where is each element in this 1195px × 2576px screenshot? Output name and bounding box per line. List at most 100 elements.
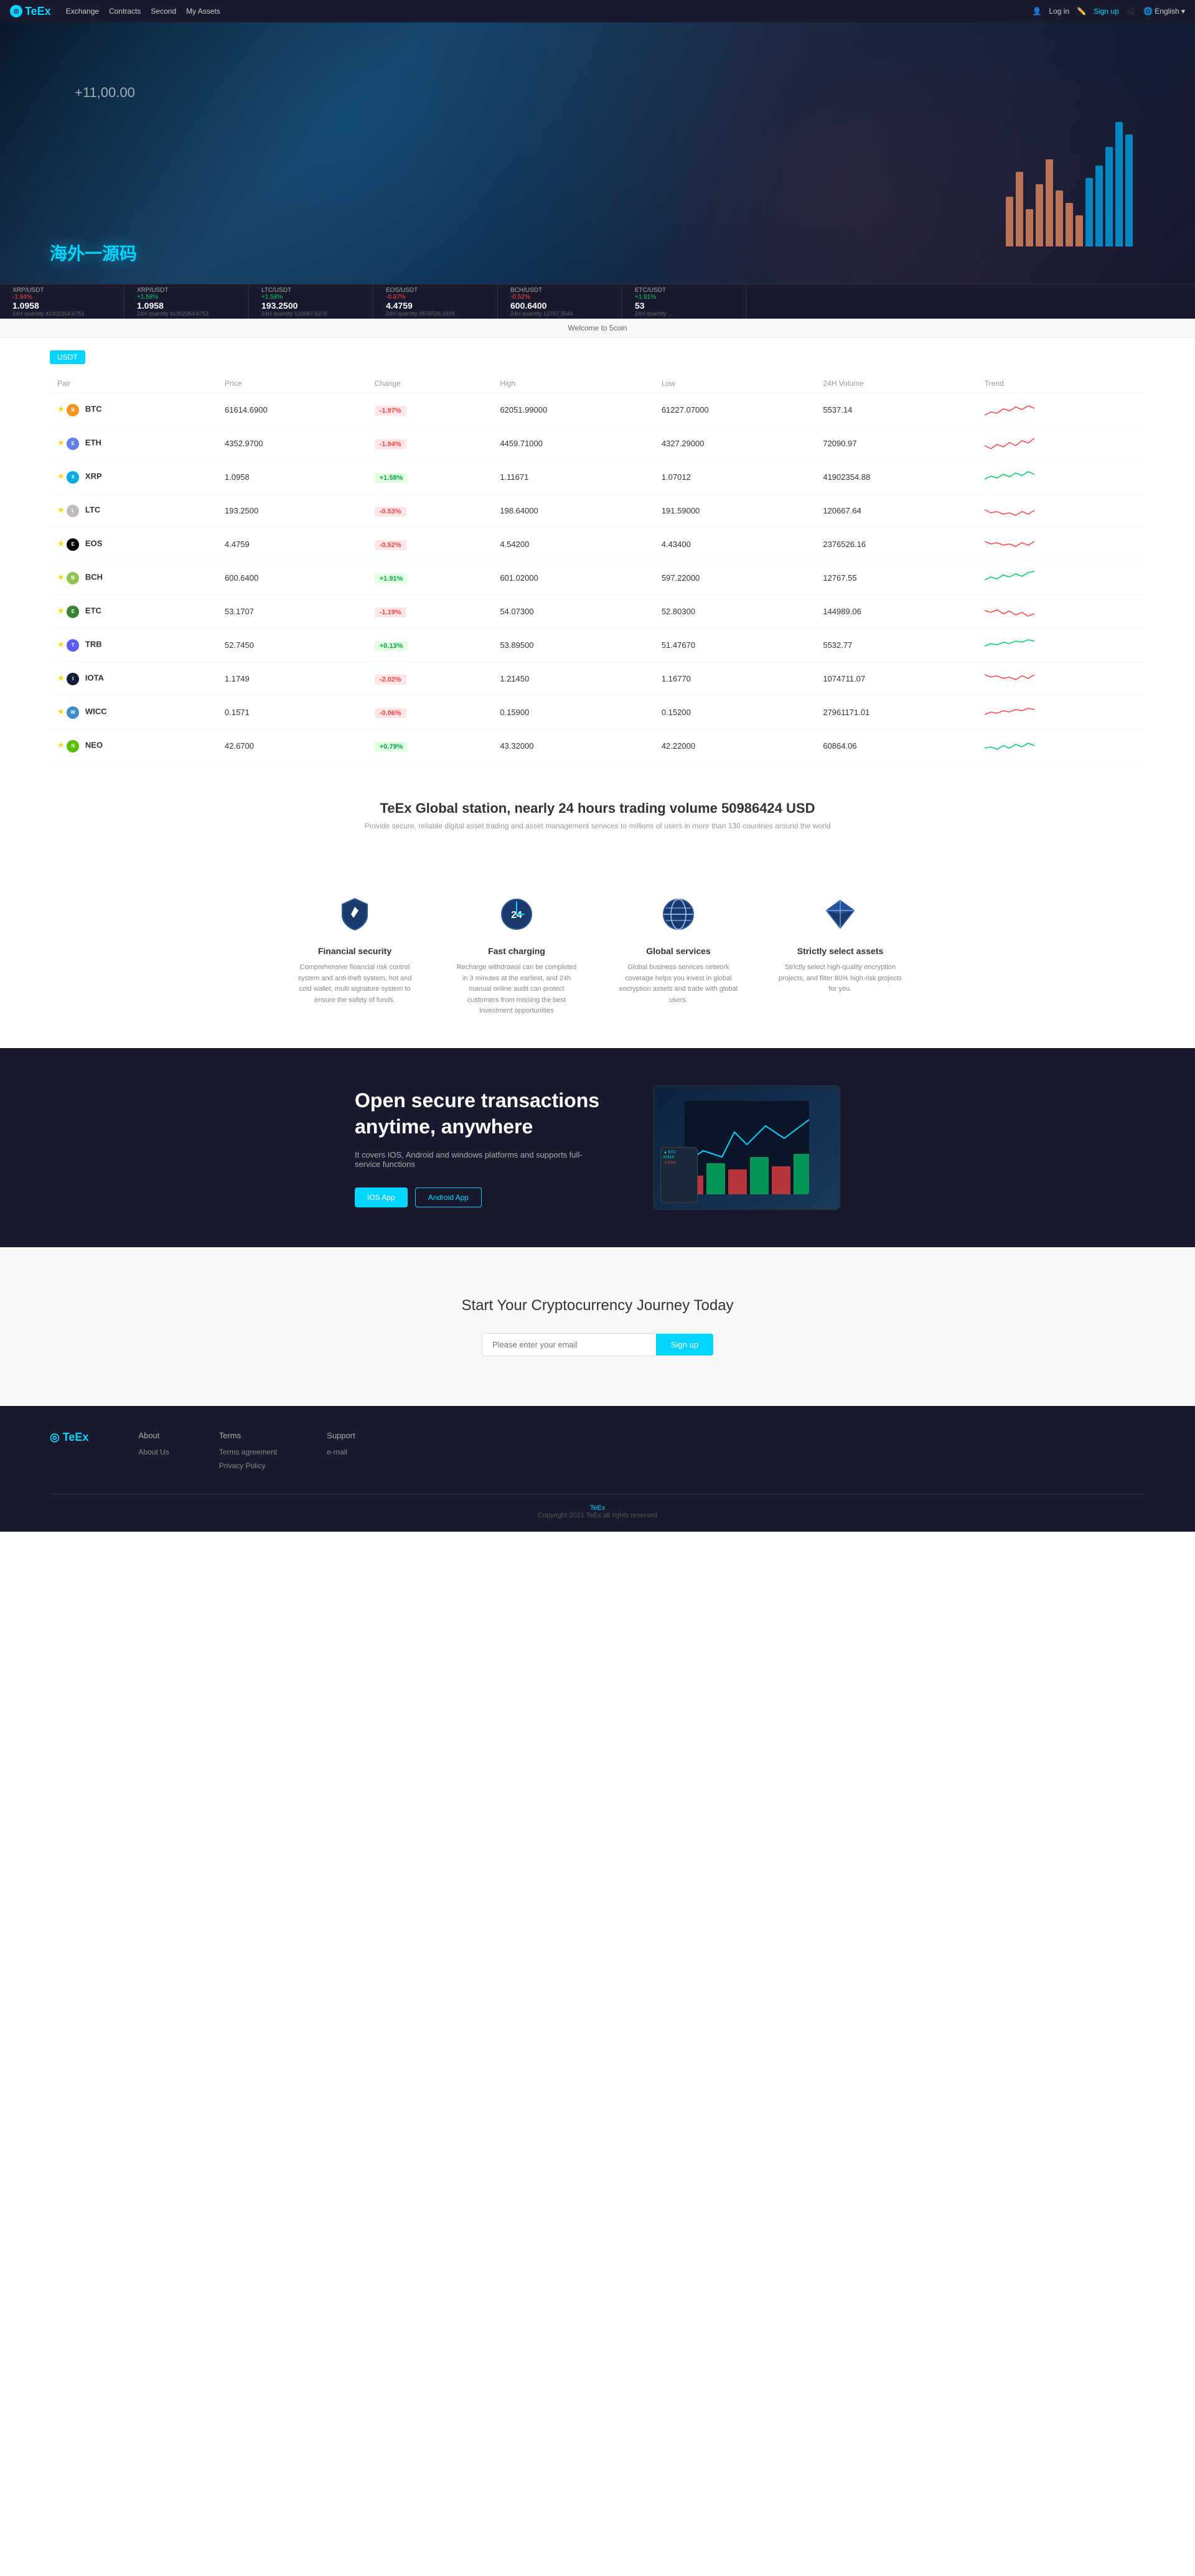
ticker-volume: 24H quantity 12767.3544 bbox=[510, 311, 609, 317]
coin-icon-ltc: L bbox=[67, 505, 79, 517]
table-cell-change: +1.58% bbox=[367, 461, 493, 494]
table-cell-high: 4.54200 bbox=[492, 528, 654, 561]
mockup-phone: ▲ BTC61614-1.97% bbox=[660, 1147, 698, 1203]
footer-col-heading: About bbox=[138, 1431, 169, 1440]
table-row: ★ I IOTA 1.1749 -2.02% 1.21450 1.16770 1… bbox=[50, 662, 1145, 696]
table-cell-price: 4.4759 bbox=[217, 528, 367, 561]
star-icon[interactable]: ★ bbox=[57, 706, 65, 716]
nav-link-my-assets[interactable]: My Assets bbox=[186, 7, 220, 16]
signup-link[interactable]: Sign up bbox=[1094, 7, 1119, 16]
change-badge: -1.94% bbox=[375, 439, 406, 449]
table-cell-pair: ★ N NEO bbox=[50, 729, 217, 763]
ticker-price: 1.0958 bbox=[137, 301, 236, 311]
coin-name: EOS bbox=[85, 538, 102, 548]
table-row: ★ W WICC 0.1571 -0.06% 0.15900 0.15200 2… bbox=[50, 696, 1145, 729]
star-icon[interactable]: ★ bbox=[57, 471, 65, 480]
coin-icon-wicc: W bbox=[67, 706, 79, 719]
table-cell-low: 1.07012 bbox=[654, 461, 816, 494]
nav-link-second[interactable]: Second bbox=[151, 7, 176, 16]
table-cell-trend bbox=[977, 393, 1145, 427]
table-cell-change: -0.53% bbox=[367, 494, 493, 528]
table-header-trend: Trend bbox=[977, 374, 1145, 393]
footer-link-privacy-policy[interactable]: Privacy Policy bbox=[219, 1461, 277, 1470]
hero-bar bbox=[1105, 147, 1113, 246]
table-cell-change: -0.06% bbox=[367, 696, 493, 729]
usdt-tab[interactable]: USDT bbox=[50, 350, 85, 364]
table-row: ★ L LTC 193.2500 -0.53% 198.64000 191.59… bbox=[50, 494, 1145, 528]
ticker-pair: XRP/USDT bbox=[137, 287, 236, 294]
email-input[interactable] bbox=[482, 1333, 656, 1356]
table-cell-trend bbox=[977, 494, 1145, 528]
footer-top: ◎ TeEx About About Us Terms Terms agreement… bbox=[50, 1431, 1145, 1475]
footer-col-heading: Support bbox=[327, 1431, 355, 1440]
star-icon[interactable]: ★ bbox=[57, 606, 65, 615]
print-icon: 🖨 bbox=[1127, 7, 1136, 16]
hero-bar bbox=[1026, 209, 1033, 246]
star-icon[interactable]: ★ bbox=[57, 740, 65, 749]
nav-right: 👤 Log in ✏️ Sign up 🖨 🌐 English ▾ bbox=[1032, 7, 1185, 16]
app-title: Open secure transactions anytime, anywhe… bbox=[355, 1088, 604, 1140]
sparkline-chart bbox=[985, 668, 1034, 687]
ticker-volume: 24H quantity 41902354.6751 bbox=[137, 311, 236, 317]
stats-subtitle: Provide secure, reliable digital asset t… bbox=[50, 822, 1145, 830]
android-app-button[interactable]: Android App bbox=[415, 1187, 482, 1207]
table-cell-high: 0.15900 bbox=[492, 696, 654, 729]
star-icon[interactable]: ★ bbox=[57, 639, 65, 649]
table-cell-volume: 144989.06 bbox=[815, 595, 977, 629]
signup-title: Start Your Cryptocurrency Journey Today bbox=[50, 1297, 1145, 1314]
ticker-item: XRP/USDT +1.58% 1.0958 24H quantity 4190… bbox=[124, 284, 249, 319]
footer-logo: ◎ TeEx bbox=[50, 1431, 88, 1475]
signup-icon: ✏️ bbox=[1077, 7, 1086, 16]
coin-name: LTC bbox=[85, 505, 100, 514]
signup-submit-button[interactable]: Sign up bbox=[656, 1334, 713, 1356]
table-cell-low: 51.47670 bbox=[654, 629, 816, 662]
hero-bar bbox=[1066, 203, 1073, 246]
change-badge: -0.53% bbox=[375, 507, 406, 517]
table-cell-price: 1.1749 bbox=[217, 662, 367, 696]
sparkline-chart bbox=[985, 400, 1034, 418]
login-link[interactable]: Log in bbox=[1049, 7, 1069, 16]
table-cell-pair: ★ X XRP bbox=[50, 461, 217, 494]
language-selector[interactable]: 🌐 English ▾ bbox=[1143, 7, 1185, 16]
star-icon[interactable]: ★ bbox=[57, 438, 65, 447]
sparkline-chart bbox=[985, 500, 1034, 519]
ticker-item: EOS/USDT -0.87% 4.4759 24H quantity 2876… bbox=[373, 284, 498, 319]
ticker-pair: EOS/USDT bbox=[386, 287, 485, 294]
table-row: ★ E ETH 4352.9700 -1.94% 4459.71000 4327… bbox=[50, 427, 1145, 461]
ios-app-button[interactable]: IOS App bbox=[355, 1187, 408, 1207]
ticker-change: +1.58% bbox=[261, 294, 360, 301]
hero-bar bbox=[1115, 122, 1123, 246]
logo-text: TeEx bbox=[25, 5, 51, 18]
footer-link-about-us[interactable]: About Us bbox=[138, 1448, 169, 1456]
ticker-pair: XRP/USDT bbox=[12, 287, 111, 294]
logo[interactable]: ◎ TeEx bbox=[10, 5, 51, 18]
hero-bar bbox=[1056, 190, 1063, 246]
footer-col-terms: Terms Terms agreement Privacy Policy bbox=[219, 1431, 277, 1475]
table-row: ★ E EOS 4.4759 -0.52% 4.54200 4.43400 23… bbox=[50, 528, 1145, 561]
feature-desc-global-services: Global business services network coverag… bbox=[616, 962, 741, 1006]
nav-link-exchange[interactable]: Exchange bbox=[66, 7, 99, 16]
table-cell-high: 43.32000 bbox=[492, 729, 654, 763]
table-cell-pair: ★ E ETC bbox=[50, 595, 217, 629]
table-cell-low: 52.80300 bbox=[654, 595, 816, 629]
footer-col-heading: Terms bbox=[219, 1431, 277, 1440]
stats-section: TeEx Global station, nearly 24 hours tra… bbox=[0, 775, 1195, 880]
star-icon[interactable]: ★ bbox=[57, 505, 65, 514]
hero-bar bbox=[1095, 166, 1103, 246]
feature-item-strictly-select: Strictly select assets Strictly select h… bbox=[778, 892, 902, 1017]
footer-link-e-mail[interactable]: e-mail bbox=[327, 1448, 355, 1456]
table-cell-high: 53.89500 bbox=[492, 629, 654, 662]
footer-link-terms-agreement[interactable]: Terms agreement bbox=[219, 1448, 277, 1456]
star-icon[interactable]: ★ bbox=[57, 673, 65, 682]
table-cell-volume: 60864.06 bbox=[815, 729, 977, 763]
star-icon[interactable]: ★ bbox=[57, 404, 65, 413]
table-cell-volume: 1074711.07 bbox=[815, 662, 977, 696]
star-icon[interactable]: ★ bbox=[57, 572, 65, 581]
table-cell-low: 42.22000 bbox=[654, 729, 816, 763]
table-cell-change: -1.94% bbox=[367, 427, 493, 461]
change-badge: +1.58% bbox=[375, 473, 408, 483]
nav-link-contracts[interactable]: Contracts bbox=[109, 7, 141, 16]
star-icon[interactable]: ★ bbox=[57, 538, 65, 548]
table-cell-change: -1.97% bbox=[367, 393, 493, 427]
change-badge: -2.02% bbox=[375, 675, 406, 685]
